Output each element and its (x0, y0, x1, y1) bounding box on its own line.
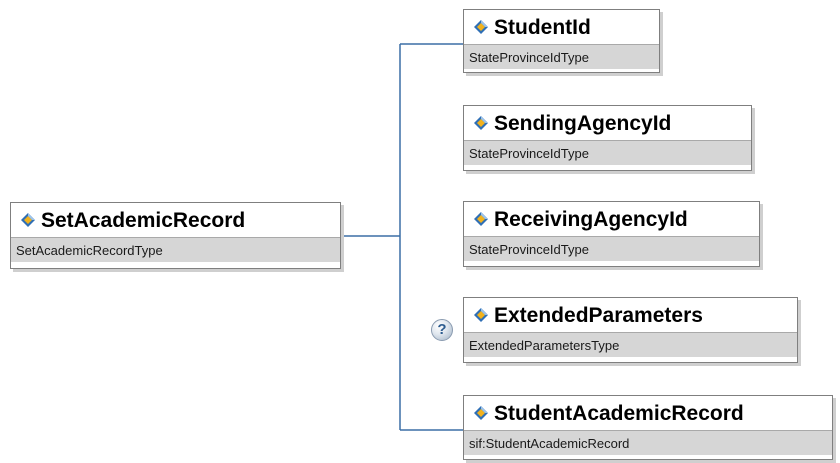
child-node-receivingagencyid[interactable]: ReceivingAgencyId StateProvinceIdType (463, 201, 760, 267)
element-diamond-icon (474, 20, 488, 34)
child-node-name: SendingAgencyId (494, 111, 672, 135)
child-node-type: StateProvinceIdType (464, 140, 751, 165)
child-node-header: ExtendedParameters (464, 298, 797, 332)
element-diamond-icon (21, 213, 35, 227)
child-node-type: StateProvinceIdType (464, 44, 659, 69)
child-node-studentid[interactable]: StudentId StateProvinceIdType (463, 9, 660, 73)
child-node-name: StudentId (494, 15, 591, 39)
child-node-header: ReceivingAgencyId (464, 202, 759, 236)
root-node[interactable]: SetAcademicRecord SetAcademicRecordType (10, 202, 341, 269)
child-node-header: StudentId (464, 10, 659, 44)
child-node-extendedparameters[interactable]: ExtendedParameters ExtendedParametersTyp… (463, 297, 798, 363)
child-node-studentacademicrecord[interactable]: StudentAcademicRecord sif:StudentAcademi… (463, 395, 833, 460)
child-node-name: ExtendedParameters (494, 303, 703, 327)
child-node-name: ReceivingAgencyId (494, 207, 688, 231)
root-node-header: SetAcademicRecord (11, 203, 340, 237)
element-diamond-icon (474, 308, 488, 322)
child-node-type: sif:StudentAcademicRecord (464, 430, 832, 455)
root-node-name: SetAcademicRecord (41, 208, 246, 232)
child-node-sendingagencyid[interactable]: SendingAgencyId StateProvinceIdType (463, 105, 752, 171)
child-node-type: StateProvinceIdType (464, 236, 759, 261)
element-diamond-icon (474, 116, 488, 130)
child-node-header: StudentAcademicRecord (464, 396, 832, 430)
child-node-type: ExtendedParametersType (464, 332, 797, 357)
child-node-name: StudentAcademicRecord (494, 401, 744, 425)
child-node-header: SendingAgencyId (464, 106, 751, 140)
element-diamond-icon (474, 212, 488, 226)
optional-question-icon: ? (431, 319, 453, 341)
element-diamond-icon (474, 406, 488, 420)
root-node-type: SetAcademicRecordType (11, 237, 340, 262)
